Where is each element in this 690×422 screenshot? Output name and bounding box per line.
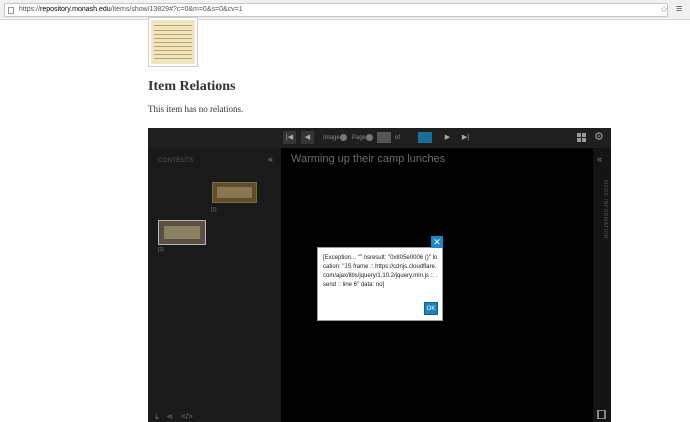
document-thumbnail-image (151, 20, 195, 64)
url-path: /items/show/13829#?c=0&m=0&s=0&cv=1 (110, 6, 243, 13)
embed-icon[interactable]: </> (181, 412, 193, 421)
first-page-button[interactable]: |◀ (283, 131, 296, 144)
address-bar[interactable]: https://repository.monash.edu/items/show… (4, 3, 668, 17)
viewer-toolbar: |◀ ◀ Image Page of ▶ ▶| ⚙ (148, 128, 611, 148)
star-icon[interactable]: ☆ (660, 4, 668, 14)
page-icon (8, 7, 14, 14)
page-number-input[interactable] (377, 132, 391, 143)
url-host: repository.monash.edu (40, 6, 111, 13)
close-icon[interactable]: ✕ (431, 236, 443, 248)
of-label: of (395, 135, 401, 141)
contents-thumbnail-1[interactable] (212, 182, 257, 203)
contents-panel: CONTENTS « [1] [2] ⤓ ⋖ </> (148, 148, 281, 422)
url-prefix: https:// (19, 6, 41, 13)
page-mode-label: Page (352, 135, 367, 141)
item-relations-heading: Item Relations (148, 79, 236, 94)
image-mode-label: Image (323, 135, 340, 141)
error-message: [Exception... "" nsresult: "0x805e0006 (… (323, 255, 438, 288)
hamburger-icon[interactable]: ≡ (676, 3, 682, 15)
go-button[interactable] (418, 132, 432, 143)
contents-thumbnail-1-label: [1] (211, 207, 217, 213)
image-mode-radio[interactable] (340, 134, 347, 141)
error-dialog: [Exception... "" nsresult: "0x805e0006 (… (317, 247, 443, 321)
previous-page-button[interactable]: ◀ (301, 131, 314, 144)
more-information-label[interactable]: MORE INFORMATION (596, 180, 608, 239)
ok-button[interactable]: OK (424, 302, 438, 315)
page-mode-radio[interactable] (366, 134, 373, 141)
next-page-button[interactable]: ▶ (441, 131, 454, 144)
download-icon[interactable]: ⤓ (155, 412, 159, 421)
contents-thumbnail-2[interactable] (158, 220, 206, 245)
canvas-title: Warming up their camp lunches (291, 153, 446, 165)
more-information-panel: « MORE INFORMATION (593, 148, 611, 422)
contents-thumbnail-2-label: [2] (158, 247, 164, 253)
contents-footer: ⤓ ⋖ </> (155, 412, 201, 422)
gear-icon[interactable]: ⚙ (594, 131, 604, 144)
contents-title: CONTENTS (158, 158, 194, 164)
collapse-contents-icon[interactable]: « (268, 154, 273, 164)
item-relations-text: This item has no relations. (148, 104, 244, 114)
item-thumbnail[interactable] (148, 17, 198, 67)
fullscreen-icon[interactable] (597, 410, 606, 419)
expand-information-icon[interactable]: « (597, 154, 602, 164)
browser-toolbar: https://repository.monash.edu/items/show… (0, 0, 690, 20)
gallery-view-icon[interactable] (577, 133, 586, 142)
last-page-button[interactable]: ▶| (459, 131, 472, 144)
share-icon[interactable]: ⋖ (167, 412, 174, 421)
